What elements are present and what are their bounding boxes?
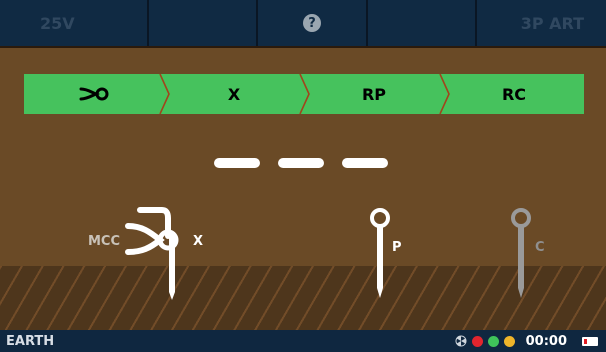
help-icon: ? [303,14,321,32]
status-dot-red [471,335,483,347]
step-bar: X RP RC [24,74,584,114]
step-x-label: X [227,84,241,104]
step-rp[interactable]: RP [304,74,450,114]
status-dot-green [487,335,499,347]
step-rc[interactable]: RC [444,74,584,114]
p-probe-label: P [392,240,402,255]
step-rp-label: RP [361,84,387,104]
battery-fill [584,338,587,344]
mode-label: 3P ART [520,13,585,33]
x-probe-label: X [193,234,204,249]
c-probe-label: C [535,240,545,255]
toolbar-button-2[interactable] [149,0,257,46]
step-clamp[interactable] [24,74,170,114]
mode-title: EARTH [6,333,55,349]
readout-dash [214,158,260,168]
voltage-button[interactable]: 25V [0,0,148,46]
help-button[interactable]: ? [258,0,366,46]
readout-dash [278,158,324,168]
step-separator-icon [159,74,170,114]
status-dot-yellow [503,335,515,347]
readout-dash [342,158,388,168]
status-bar: EARTH 00:00 [0,330,606,352]
top-toolbar: 25V ? 3P ART [0,0,606,46]
clamp-cut-icon [79,87,109,101]
probe-p-icon [370,208,390,298]
step-separator-icon [439,74,450,114]
status-indicators: 00:00 [455,330,598,352]
mode-button[interactable]: 3P ART [476,0,606,46]
measurement-readout [214,158,388,168]
step-separator-icon [299,74,310,114]
screen: 25V ? 3P ART X RP RC MCC X P C EARTH 00:… [0,0,606,352]
toolbar-button-4[interactable] [367,0,475,46]
fan-icon [455,335,467,347]
step-rc-label: RC [501,84,527,104]
probe-c-icon [511,208,531,298]
toolbar-divider [0,46,606,48]
voltage-label: 25V [40,13,75,33]
earth-rod-x-icon [125,207,179,300]
mcc-label: MCC [88,234,121,249]
battery-icon [582,336,598,346]
clock: 00:00 [525,333,567,349]
step-x[interactable]: X [164,74,310,114]
